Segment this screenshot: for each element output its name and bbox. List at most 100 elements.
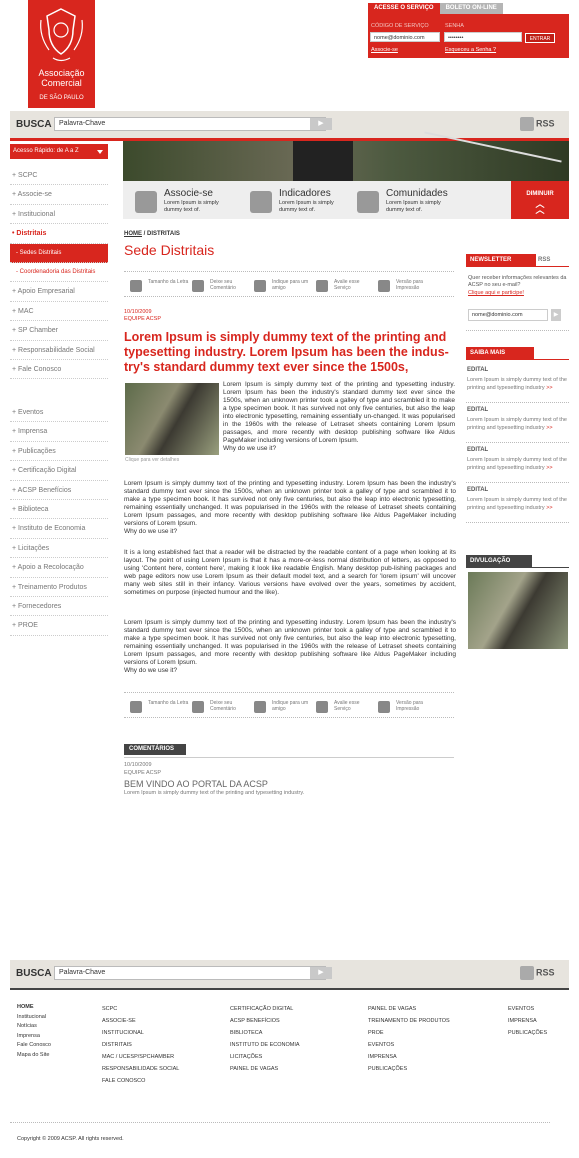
tool-item[interactable]: Avalie esse Serviço	[316, 279, 376, 293]
sidebar-item[interactable]: + Fale Conosco	[10, 360, 108, 380]
breadcrumb-home[interactable]: HOME	[124, 231, 142, 237]
sidebar-item[interactable]: + PROE	[10, 616, 108, 636]
footer-link[interactable]: PAINEL DE VAGAS	[368, 1003, 450, 1015]
footer-link[interactable]: PUBLICAÇÕES	[368, 1063, 450, 1075]
rss-link[interactable]: RSS	[520, 117, 555, 131]
footer-link[interactable]: BIBLIOTECA	[230, 1027, 300, 1039]
sidebar-item[interactable]: + Instituto de Economia	[10, 519, 108, 539]
footer-link[interactable]: DISTRITAIS	[102, 1039, 179, 1051]
footer-link[interactable]: ASSOCIE-SE	[102, 1015, 179, 1027]
tool-item[interactable]: Indique para um amigo	[254, 700, 314, 714]
search-input[interactable]: Palavra-Chave	[54, 117, 326, 131]
footer-link[interactable]: EVENTOS	[508, 1003, 547, 1015]
footer-link[interactable]: PUBLICAÇÕES	[508, 1027, 547, 1039]
sidebar-item[interactable]: + Associe-se	[10, 185, 108, 205]
tab-boleto-online[interactable]: BOLETO ON-LINE	[439, 3, 503, 14]
tool-item[interactable]: Versão para Impressão	[378, 279, 438, 293]
sidebar-item[interactable]: - Coordenadoria das Distritais	[10, 263, 108, 283]
footer-link[interactable]: HOME	[17, 1003, 51, 1013]
feature-associe[interactable]: Associe-se Lorem Ipsum is simply dummy te…	[123, 181, 238, 219]
sidebar-item[interactable]: + Eventos	[10, 403, 108, 423]
footer-link[interactable]: LICITAÇÕES	[230, 1051, 300, 1063]
logo[interactable]: Associação Comercial DE SÃO PAULO	[28, 0, 95, 108]
footer-link[interactable]: PAINEL DE VAGAS	[230, 1063, 300, 1075]
footer-link[interactable]: TREINAMENTO DE PRODUTOS	[368, 1015, 450, 1027]
newsletter-tab[interactable]: NEWSLETTER	[466, 254, 536, 266]
tool-item[interactable]: Tamanho da Letra	[130, 279, 190, 293]
article-photo[interactable]	[125, 383, 219, 455]
feature-comunidades[interactable]: Comunidades Lorem Ipsum is simply dummy t…	[345, 181, 460, 219]
saiba-mais-item[interactable]: EDITAL Lorem Ipsum is simply dummy text o…	[466, 443, 569, 483]
sidebar-item[interactable]: + Apoio a Recolocação	[10, 558, 108, 578]
footer-link[interactable]: INSTITUCIONAL	[102, 1027, 179, 1039]
rss-tab[interactable]: RSS	[538, 257, 550, 263]
code-input[interactable]: nome@dominio.com	[370, 32, 440, 42]
login-button[interactable]: ENTRAR	[525, 33, 555, 43]
sidebar-item[interactable]: + SP Chamber	[10, 321, 108, 341]
tool-label: Versão para Impressão	[396, 700, 423, 712]
forgot-password-link[interactable]: Esqueceu a Senha ?	[445, 47, 496, 53]
sidebar-item[interactable]: + Biblioteca	[10, 500, 108, 520]
search-input-footer[interactable]: Palavra-Chave	[54, 966, 326, 980]
footer-link[interactable]: ACSP BENEFÍCIOS	[230, 1015, 300, 1027]
tool-item[interactable]: Avalie esse Serviço	[316, 700, 376, 714]
footer-link[interactable]: PROE	[368, 1027, 450, 1039]
register-link[interactable]: Associe-se	[371, 47, 398, 53]
more-link[interactable]: >>	[546, 465, 552, 471]
sidebar-item[interactable]: + Responsabilidade Social	[10, 341, 108, 360]
footer-link[interactable]: Institucional	[17, 1013, 51, 1023]
tool-item[interactable]: Deixe seu Comentário	[192, 700, 252, 714]
feature-indicadores[interactable]: Indicadores Lorem Ipsum is simply dummy t…	[238, 181, 353, 219]
footer-link[interactable]: Imprensa	[17, 1032, 51, 1042]
sidebar-item[interactable]: + ACSP Benefícios	[10, 481, 108, 500]
saiba-mais-item[interactable]: EDITAL Lorem Ipsum is simply dummy text o…	[466, 483, 569, 523]
sidebar-item[interactable]: + Treinamento Produtos	[10, 578, 108, 597]
more-link[interactable]: >>	[546, 425, 552, 431]
divulgacao-image[interactable]	[468, 572, 568, 649]
footer-link[interactable]: SCPC	[102, 1003, 179, 1015]
tool-item[interactable]: Indique para um amigo	[254, 279, 314, 293]
more-link[interactable]: >>	[546, 385, 552, 391]
sidebar-item[interactable]: + SCPC	[10, 166, 108, 186]
footer-link[interactable]: FALE CONOSCO	[102, 1075, 179, 1087]
footer-link[interactable]: CERTIFICAÇÃO DIGITAL	[230, 1003, 300, 1015]
newsletter-submit-button[interactable]: ▶	[551, 309, 561, 321]
tool-label: Versão para Impressão	[396, 279, 423, 291]
newsletter-link[interactable]: Clique aqui e participe!	[468, 290, 524, 296]
footer-link[interactable]: IMPRENSA	[508, 1015, 547, 1027]
sidebar-item[interactable]: + Licitações	[10, 539, 108, 559]
sidebar-item[interactable]: • Distritais	[10, 224, 108, 244]
collapse-button[interactable]: DIMINUIR ︿ ︿	[511, 181, 569, 219]
more-link[interactable]: >>	[546, 505, 552, 511]
rss-link[interactable]: RSS	[520, 966, 555, 980]
password-input[interactable]: ••••••••	[444, 32, 522, 42]
sidebar-item[interactable]: + Certificação Digital	[10, 461, 108, 481]
sidebar-item[interactable]: + MAC	[10, 302, 108, 322]
footer-link[interactable]: MAC / UCESP/SPCHAMBER	[102, 1051, 179, 1063]
sidebar-item[interactable]: - Sedes Distritais	[10, 243, 108, 263]
footer-link[interactable]: Mapa do Site	[17, 1051, 51, 1061]
footer-link[interactable]: Notícias	[17, 1022, 51, 1032]
quick-access-select[interactable]: Acesso Rápido: de A a Z	[10, 144, 108, 159]
search-submit-button[interactable]: ▶	[310, 118, 332, 130]
footer-link[interactable]: RESPONSABILIDADE SOCIAL	[102, 1063, 179, 1075]
newsletter-email-input[interactable]: nome@dominio.com	[468, 309, 548, 321]
footer-link[interactable]: INSTITUTO DE ECONOMIA	[230, 1039, 300, 1051]
search-submit-button[interactable]: ▶	[310, 967, 332, 979]
sidebar-item[interactable]: + Fornecedores	[10, 597, 108, 617]
sidebar-item[interactable]: + Apoio Empresarial	[10, 282, 108, 302]
footer-link[interactable]: Fale Conosco	[17, 1041, 51, 1051]
tool-item[interactable]: Tamanho da Letra	[130, 700, 190, 714]
tool-item[interactable]: Versão para Impressão	[378, 700, 438, 714]
comment-icon	[192, 701, 204, 713]
tab-acesse-servico[interactable]: ACESSE O SERVIÇO	[368, 3, 440, 14]
photo-caption[interactable]: Clique para ver detalhes	[125, 457, 219, 463]
footer-link[interactable]: EVENTOS	[368, 1039, 450, 1051]
saiba-mais-item[interactable]: EDITAL Lorem Ipsum is simply dummy text o…	[466, 363, 569, 403]
sidebar-item[interactable]: + Publicações	[10, 442, 108, 462]
tool-item[interactable]: Deixe seu Comentário	[192, 279, 252, 293]
sidebar-item[interactable]: + Imprensa	[10, 422, 108, 442]
saiba-mais-item[interactable]: EDITAL Lorem Ipsum is simply dummy text o…	[466, 403, 569, 443]
sidebar-item[interactable]: + Institucional	[10, 205, 108, 225]
footer-link[interactable]: IMPRENSA	[368, 1051, 450, 1063]
